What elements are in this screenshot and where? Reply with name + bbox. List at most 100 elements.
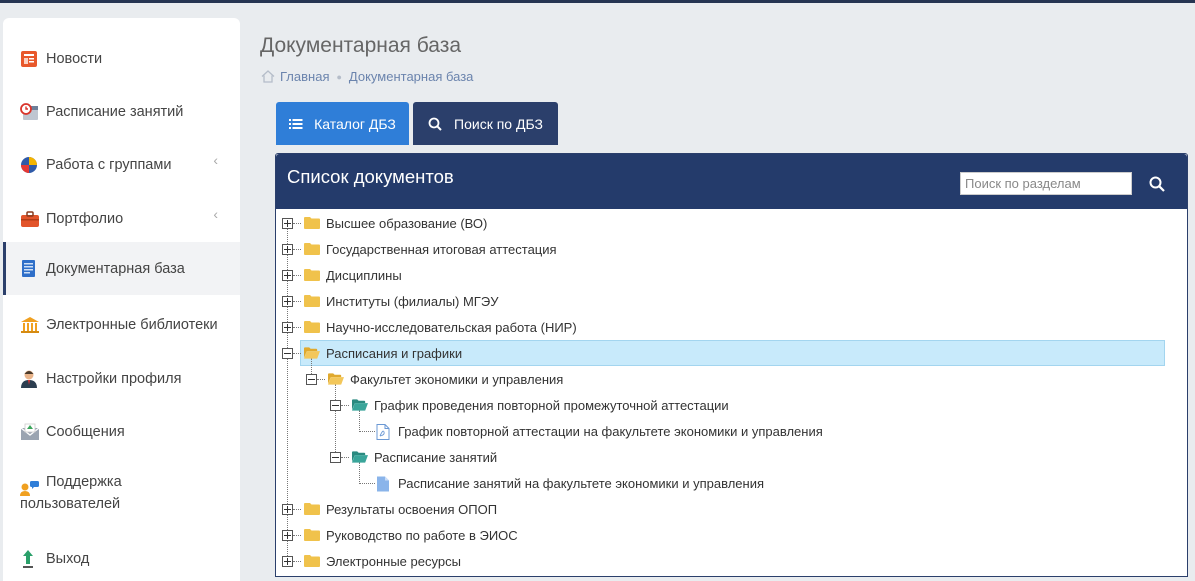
panel-header: Список документов (276, 154, 1187, 209)
tab-search[interactable]: Поиск по ДБЗ (413, 102, 558, 145)
breadcrumb-home-link[interactable]: Главная (280, 69, 329, 84)
tree-node[interactable]: Расписание занятий (352, 445, 497, 469)
sidebar-item-label: Сообщения (46, 423, 125, 440)
sidebar-item-label: Электронные библиотеки (46, 316, 218, 333)
tree-leaf[interactable]: График повторной аттестации на факультет… (376, 419, 823, 443)
sidebar-item-logout[interactable]: Выход (3, 532, 240, 581)
tree-node[interactable]: Дисциплины (304, 263, 402, 287)
expand-toggle[interactable] (282, 322, 293, 333)
expand-toggle[interactable] (282, 504, 293, 515)
library-icon (20, 315, 46, 335)
tree-node-label: Научно-исследовательская работа (НИР) (326, 319, 577, 335)
sidebar-item-schedule[interactable]: Расписание занятий (3, 85, 240, 138)
chevron-left-icon: ‹ (213, 152, 218, 168)
collapse-toggle[interactable] (306, 374, 317, 385)
folder-icon (304, 216, 320, 230)
tree-node[interactable]: Факультет экономики и управления (328, 367, 563, 391)
breadcrumb: Главная ● Документарная база (261, 69, 473, 84)
collapse-toggle[interactable] (330, 452, 341, 463)
expand-toggle[interactable] (282, 270, 293, 281)
home-icon[interactable] (261, 70, 275, 83)
tree-node-selected[interactable]: Расписания и графики (304, 341, 462, 365)
sidebar-item-label: Настройки профиля (46, 370, 182, 387)
sidebar-item-document-base[interactable]: Документарная база (3, 242, 240, 295)
chevron-left-icon: ‹ (213, 206, 218, 222)
briefcase-icon (20, 209, 46, 229)
logout-icon (20, 549, 46, 569)
tree-node-label: Государственная итоговая аттестация (326, 241, 557, 257)
sidebar-item-label: Работа с группами (46, 156, 172, 173)
sidebar-item-support[interactable]: Поддержка пользователей (3, 470, 240, 528)
folder-icon (304, 242, 320, 256)
top-bar (0, 0, 1195, 3)
document-icon (20, 259, 46, 279)
tree-node-label: Результаты освоения ОПОП (326, 501, 498, 517)
collapse-toggle[interactable] (330, 400, 341, 411)
document-tree: Высшее образование (ВО) Государственная … (276, 210, 1187, 576)
pdf-file-icon (376, 424, 392, 440)
sidebar: Новости Расписание занятий Работа с груп… (3, 18, 240, 581)
sidebar-item-label: Новости (46, 50, 103, 67)
tree-node[interactable]: Электронные ресурсы (304, 549, 461, 573)
tree-node[interactable]: Институты (филиалы) МГЭУ (304, 289, 498, 313)
tree-node[interactable]: Высшее образование (ВО) (304, 211, 487, 235)
sidebar-item-label: Расписание занятий (46, 103, 184, 120)
breadcrumb-current[interactable]: Документарная база (349, 69, 473, 84)
tree-node-label: График проведения повторной промежуточно… (374, 397, 729, 413)
page-title: Документарная база (260, 34, 462, 57)
sidebar-item-portfolio[interactable]: Портфолио ‹ (3, 192, 240, 245)
tree-leaf[interactable]: Расписание занятий на факультете экономи… (376, 471, 764, 495)
tab-search-label: Поиск по ДБЗ (454, 115, 543, 132)
tab-catalog-label: Каталог ДБЗ (314, 115, 396, 132)
tab-catalog[interactable]: Каталог ДБЗ (276, 102, 409, 145)
tree-node-label: Расписания и графики (326, 345, 463, 361)
tree-node[interactable]: Государственная итоговая аттестация (304, 237, 557, 261)
expand-toggle[interactable] (282, 296, 293, 307)
folder-icon (304, 320, 320, 334)
groups-icon (20, 155, 46, 175)
sidebar-item-groups[interactable]: Работа с группами ‹ (3, 138, 240, 191)
tree-guide-line (335, 384, 336, 462)
search-icon (428, 117, 448, 131)
list-icon (289, 118, 309, 130)
tree-node[interactable]: Результаты освоения ОПОП (304, 497, 497, 521)
sidebar-item-label-line1: Поддержка (46, 474, 122, 490)
folder-open-icon (304, 346, 320, 360)
section-search-input[interactable] (960, 172, 1132, 195)
tree-node-label: Дисциплины (326, 267, 402, 283)
expand-toggle[interactable] (282, 244, 293, 255)
sidebar-item-label: Портфолио (46, 210, 124, 227)
collapse-toggle[interactable] (282, 348, 293, 359)
search-icon (1149, 176, 1165, 192)
user-settings-icon (20, 369, 46, 389)
folder-icon (304, 502, 320, 516)
panel-title: Список документов (287, 166, 454, 187)
sidebar-item-label: Выход (46, 550, 90, 567)
search-button[interactable] (1146, 173, 1168, 195)
tree-node-label: График повторной аттестации на факультет… (398, 423, 823, 439)
sidebar-item-label-line2: пользователей (20, 496, 121, 512)
tree-node-label: Расписание занятий на факультете экономи… (398, 475, 765, 491)
tree-node-label: Факультет экономики и управления (350, 371, 564, 387)
newspaper-icon (20, 49, 46, 69)
breadcrumb-separator: ● (336, 71, 342, 82)
documents-panel: Список документов Поиск по разделам Высш… (275, 153, 1188, 577)
sidebar-item-libraries[interactable]: Электронные библиотеки (3, 298, 240, 351)
folder-open-icon (352, 450, 368, 464)
folder-icon (304, 554, 320, 568)
folder-icon (304, 528, 320, 542)
sidebar-item-news[interactable]: Новости (3, 32, 240, 85)
expand-toggle[interactable] (282, 556, 293, 567)
tree-node[interactable]: График проведения повторной промежуточно… (352, 393, 729, 417)
tree-node[interactable]: Руководство по работе в ЭИОС (304, 523, 518, 547)
tree-node[interactable]: Научно-исследовательская работа (НИР) (304, 315, 577, 339)
sidebar-item-messages[interactable]: Сообщения (3, 405, 240, 458)
sidebar-item-profile-settings[interactable]: Настройки профиля (3, 352, 240, 405)
folder-icon (304, 294, 320, 308)
sidebar-item-label: Документарная база (46, 260, 185, 277)
file-icon (376, 476, 392, 492)
expand-toggle[interactable] (282, 218, 293, 229)
tree-node-label: Высшее образование (ВО) (326, 215, 488, 231)
tree-node-label: Руководство по работе в ЭИОС (326, 527, 518, 543)
expand-toggle[interactable] (282, 530, 293, 541)
